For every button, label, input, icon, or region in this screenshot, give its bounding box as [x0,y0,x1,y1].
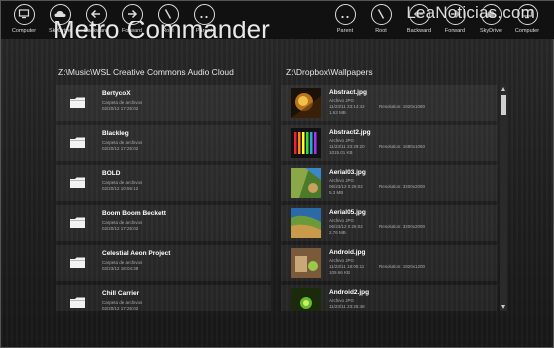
folder-name: BertycoX [102,90,131,97]
command-label: Root [375,28,387,34]
right-root-button[interactable]: Root [363,4,399,34]
file-date: 11/23/11 23:14:42 [329,104,365,109]
file-row[interactable]: Android.jpg Archivo JPG 11/23/11 18:05:1… [281,245,497,281]
folder-name: Blackleg [102,130,129,137]
right-pane-path: Z:\Dropbox\Wallpapers [286,67,373,77]
folder-date: 02/20/12 17:25:02 [102,106,139,111]
file-row[interactable]: Abstract.jpg Archivo JPG 11/23/11 23:14:… [281,85,497,121]
file-row[interactable]: Aerial05.jpg Archivo JPG 06/23/12 0:26:0… [281,205,497,241]
file-size: 1015.01 KB [329,150,353,155]
file-date: 06/23/12 0:26:02 [329,224,363,229]
folder-date: 02/20/12 17:25:02 [102,306,139,311]
command-label: Forward [444,28,466,34]
folder-icon [70,97,85,108]
file-size: 5.3 MB [329,190,344,195]
file-name: Aerial05.jpg [329,209,366,216]
file-type: Archivo JPG [329,98,355,103]
right-pane-scrollbar[interactable] [500,85,507,311]
file-size: 109.66 KB [329,270,351,275]
file-resolution: Resolution: 3200x2000 [379,184,426,189]
file-type: Archivo JPG [329,138,355,143]
command-label: Computer [11,28,37,34]
left-computer-button[interactable]: Computer [6,4,42,34]
folder-icon [70,137,85,148]
file-type: Archivo JPG [329,178,355,183]
app-title: Metro Commander [53,21,270,43]
scroll-thumb[interactable] [501,95,506,115]
file-row[interactable]: Abstract2.jpg Archivo JPG 11/23/11 23:29… [281,125,497,161]
folder-icon [70,257,85,268]
folder-icon [70,297,85,308]
folder-type: Carpeta de archivos [102,180,143,185]
file-size: 2.76 MB [329,230,346,235]
folder-name: BOLD [102,170,121,177]
file-resolution: Resolution: 1680x1050 [379,144,426,149]
folder-row[interactable]: Blackleg Carpeta de archivos 02/20/12 17… [56,125,271,161]
file-date: 11/23/11 18:05:11 [329,264,365,269]
folder-icon [70,217,85,228]
folder-type: Carpeta de archivos [102,140,143,145]
command-label: Computer [514,28,540,34]
folder-row[interactable]: Boom Boom Beckett Carpeta de archivos 02… [56,205,271,241]
root-icon [370,4,392,25]
watermark: LeaNoticias.com [406,3,535,22]
file-resolution: Resolution: 1920x1200 [379,264,426,269]
file-type: Archivo JPG [329,218,355,223]
folder-date: 02/20/12 17:25:02 [102,146,139,151]
file-name: Abstract.jpg [329,89,367,96]
right-parent-button[interactable]: Parent [327,4,363,34]
file-date: 06/23/12 0:26:02 [329,184,363,189]
thumbnail-image [291,128,321,158]
folder-date: 02/20/12 17:25:02 [102,226,139,231]
folder-row[interactable]: Celestial Aeon Project Carpeta de archiv… [56,245,271,281]
thumbnail-image [291,168,321,198]
file-date: 11/23/11 23:25:48 [329,304,365,309]
folder-name: Celestial Aeon Project [102,250,171,257]
folder-icon [70,177,85,188]
thumbnail-image [291,288,321,311]
folder-date: 02/23/12 18:04:38 [102,266,139,271]
thumbnail-image [291,88,321,118]
thumbnail-image [291,248,321,278]
scroll-down-icon[interactable] [501,305,505,309]
folder-type: Carpeta de archivos [102,220,143,225]
file-row[interactable]: Aerial03.jpg Archivo JPG 06/23/12 0:26:0… [281,165,497,201]
app-window: Computer SkyDrive Backward Forward Root [0,0,554,348]
file-date: 11/23/11 23:29:20 [329,144,365,149]
thumbnail-image [291,208,321,238]
folder-date: 02/20/12 10:55:12 [102,186,139,191]
file-name: Android.jpg [329,249,366,256]
file-name: Abstract2.jpg [329,129,371,136]
folder-row[interactable]: BOLD Carpeta de archivos 02/20/12 10:55:… [56,165,271,201]
computer-icon [13,4,35,25]
file-type: Archivo JPG [329,258,355,263]
left-pane-list[interactable]: BertycoX Carpeta de archivos 02/20/12 17… [56,85,271,311]
left-pane-path: Z:\Music\WSL Creative Commons Audio Clou… [58,67,234,77]
file-row[interactable]: Android2.jpg Archivo JPG 11/23/11 23:25:… [281,285,497,311]
file-name: Aerial03.jpg [329,169,366,176]
file-resolution: Resolution: 3200x2000 [379,224,426,229]
folder-type: Carpeta de archivos [102,100,143,105]
app-title-text: Metro Commander [53,21,270,43]
file-size: 1.63 MB [329,110,346,115]
folder-type: Carpeta de archivos [102,260,143,265]
file-resolution: Resolution: 1920x1080 [379,104,426,109]
folder-type: Carpeta de archivos [102,300,143,305]
folder-row[interactable]: Chill Carrier Carpeta de archivos 02/20/… [56,285,271,311]
command-label: Parent [336,28,354,34]
file-type: Archivo JPG [329,298,355,303]
command-label: SkyDrive [479,28,502,34]
scroll-up-icon[interactable] [501,87,505,91]
right-pane-list[interactable]: Abstract.jpg Archivo JPG 11/23/11 23:14:… [281,85,497,311]
folder-row[interactable]: BertycoX Carpeta de archivos 02/20/12 17… [56,85,271,121]
folder-name: Boom Boom Beckett [102,210,166,217]
file-name: Android2.jpg [329,289,370,296]
parent-icon [334,4,356,25]
folder-name: Chill Carrier [102,290,140,297]
command-label: Backward [406,28,432,34]
